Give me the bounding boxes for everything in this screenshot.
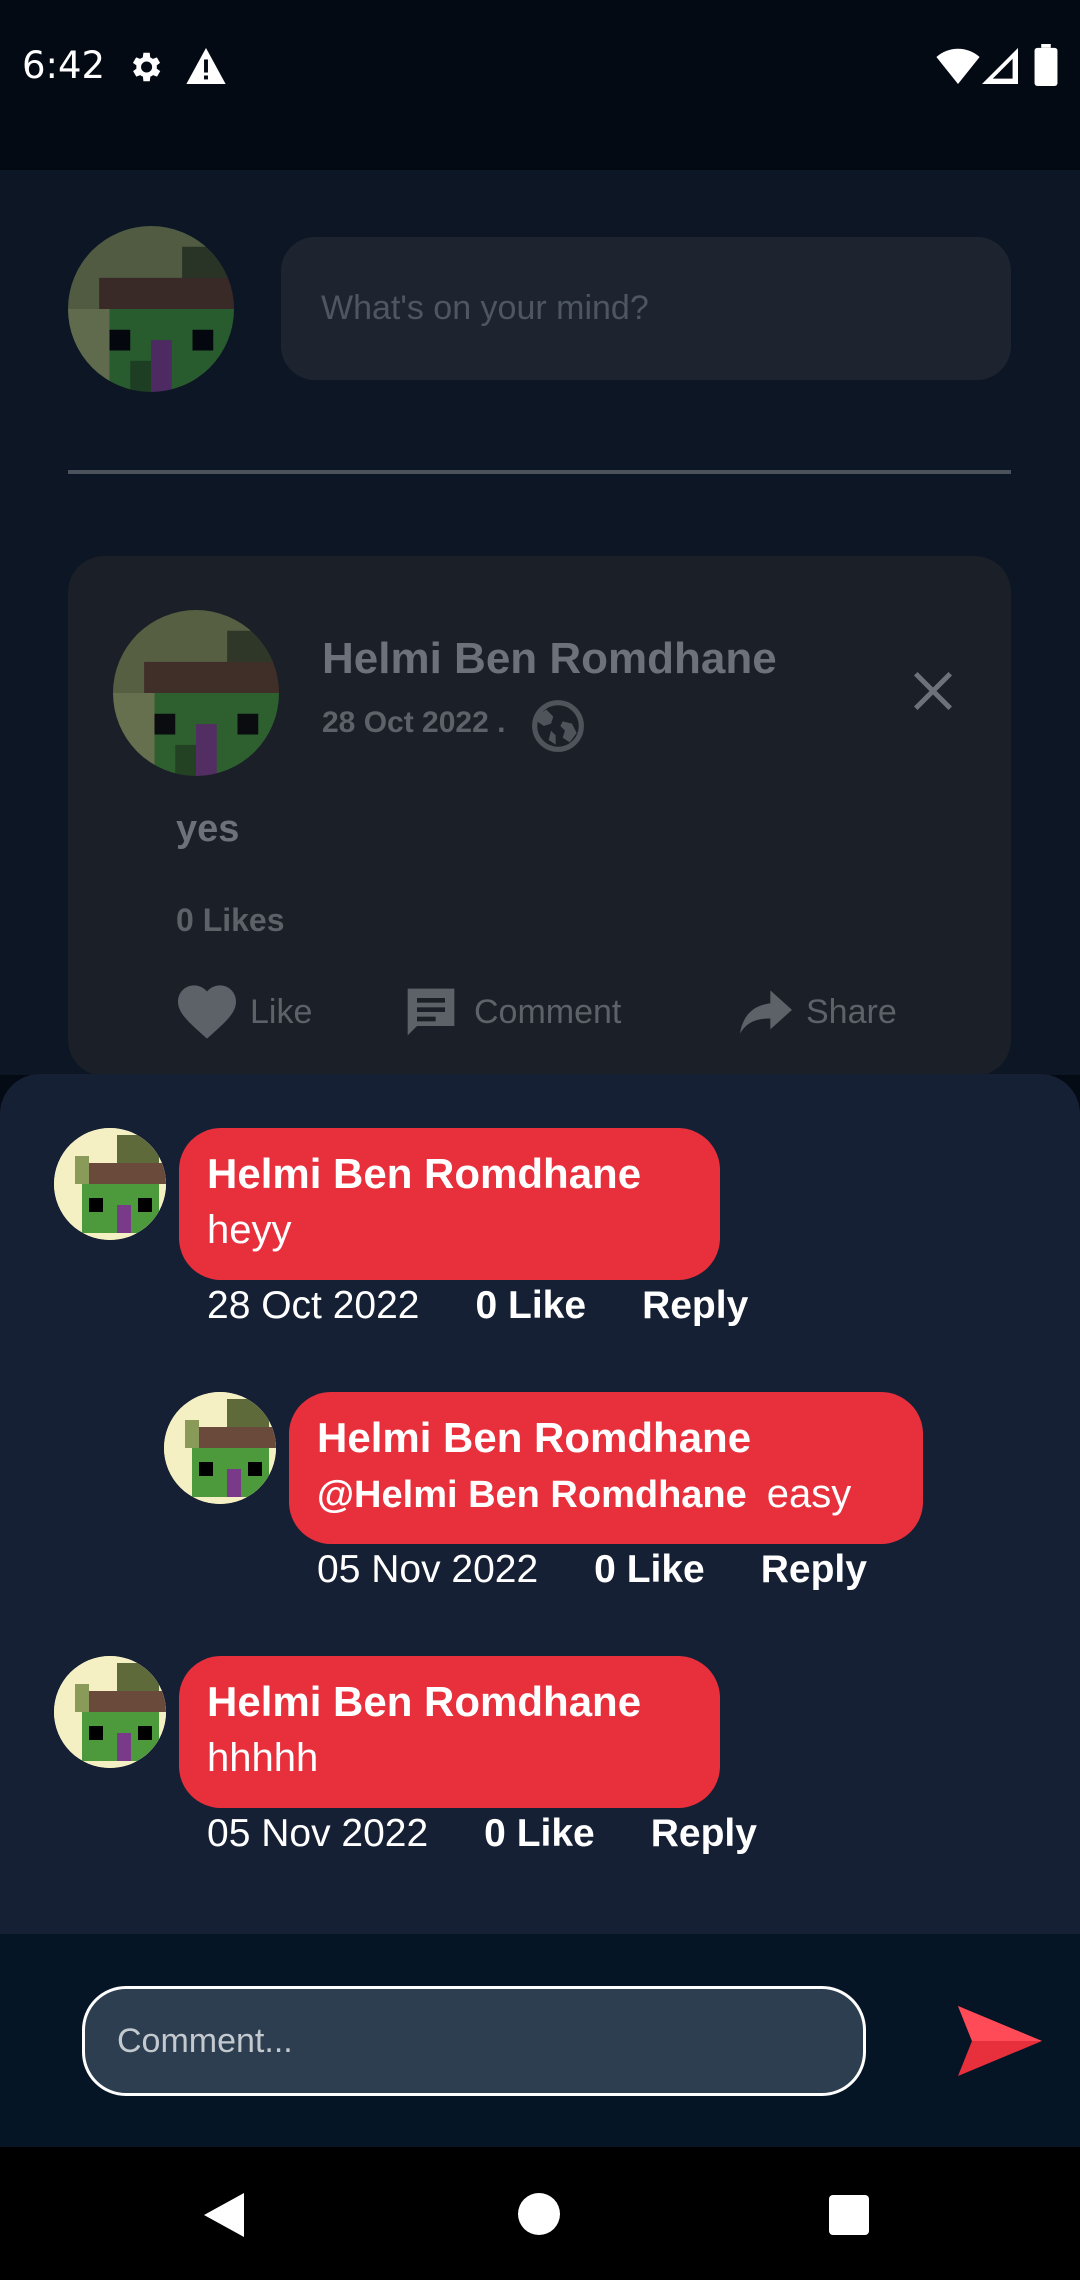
- heart-icon: [178, 985, 236, 1039]
- composer-avatar[interactable]: [68, 226, 234, 392]
- warning-icon: [186, 48, 226, 84]
- post-comment-label: Comment: [474, 992, 622, 1031]
- comment-date: 28 Oct 2022: [207, 1284, 420, 1327]
- comment-reply-button[interactable]: Reply: [642, 1284, 748, 1328]
- reply-like-button[interactable]: 0 Like: [594, 1548, 705, 1592]
- comment-input-bar: Comment...: [0, 1934, 1080, 2147]
- post-date: 28 Oct 2022 .: [322, 706, 506, 739]
- post-likes-count: 0 Likes: [176, 902, 285, 938]
- comment-avatar[interactable]: [54, 1656, 166, 1768]
- back-icon[interactable]: [204, 2193, 244, 2237]
- reply-author[interactable]: Helmi Ben Romdhane: [317, 1410, 893, 1466]
- comment-input[interactable]: Comment...: [82, 1986, 866, 2096]
- reply-mention[interactable]: @Helmi Ben Romdhane: [317, 1474, 747, 1516]
- status-bar: 6:42: [0, 0, 1080, 170]
- post-card: Helmi Ben Romdhane 28 Oct 2022 . yes 0 L…: [68, 556, 1011, 1076]
- comment-like-button[interactable]: 0 Like: [484, 1812, 595, 1856]
- navigation-bar: [0, 2147, 1080, 2280]
- settings-icon: [132, 52, 161, 82]
- post-like-button[interactable]: Like: [178, 980, 312, 1044]
- comment-bubble[interactable]: Helmi Ben Romdhane hhhhh: [179, 1656, 720, 1808]
- comment-date: 05 Nov 2022: [207, 1812, 429, 1855]
- comment-like-button[interactable]: 0 Like: [475, 1284, 586, 1328]
- reply-meta: 05 Nov 2022 0 Like Reply: [317, 1548, 867, 1592]
- post-share-label: Share: [806, 992, 897, 1031]
- comment-author[interactable]: Helmi Ben Romdhane: [207, 1674, 690, 1730]
- comment-meta: 28 Oct 2022 0 Like Reply: [207, 1284, 748, 1328]
- post-share-button[interactable]: Share: [740, 980, 897, 1044]
- signal-icon: [982, 48, 1018, 84]
- recents-icon[interactable]: [829, 2195, 869, 2235]
- feed: What's on your mind? Helmi Ben Romdhane …: [0, 170, 1080, 1076]
- reply-text: easy: [766, 1472, 852, 1516]
- comment-text: hhhhh: [207, 1736, 319, 1780]
- comments-sheet: Helmi Ben Romdhane heyy 28 Oct 2022 0 Li…: [0, 1074, 1080, 1934]
- post-like-label: Like: [250, 992, 313, 1031]
- reply-reply-button[interactable]: Reply: [761, 1548, 867, 1592]
- comment-text: heyy: [207, 1208, 292, 1252]
- wifi-icon: [936, 48, 980, 84]
- post-text: yes: [176, 808, 240, 850]
- post-author-name[interactable]: Helmi Ben Romdhane: [322, 634, 777, 684]
- reply-text-line: @Helmi Ben Romdhane easy: [317, 1466, 893, 1523]
- comment-meta: 05 Nov 2022 0 Like Reply: [207, 1812, 757, 1856]
- post-author-avatar[interactable]: [113, 610, 279, 776]
- share-icon: [740, 990, 792, 1034]
- reply-date: 05 Nov 2022: [317, 1548, 539, 1591]
- post-composer-input[interactable]: What's on your mind?: [281, 237, 1011, 380]
- comment-bubble[interactable]: Helmi Ben Romdhane heyy: [179, 1128, 720, 1280]
- globe-icon: [532, 700, 584, 752]
- home-icon[interactable]: [518, 2193, 560, 2235]
- status-time: 6:42: [22, 44, 106, 87]
- feed-divider: [68, 470, 1011, 474]
- comment-avatar[interactable]: [54, 1128, 166, 1240]
- comment-author[interactable]: Helmi Ben Romdhane: [207, 1146, 690, 1202]
- comment-reply-button[interactable]: Reply: [651, 1812, 757, 1856]
- reply-bubble[interactable]: Helmi Ben Romdhane @Helmi Ben Romdhane ea…: [289, 1392, 923, 1544]
- close-icon[interactable]: [910, 668, 956, 714]
- battery-icon: [1034, 44, 1058, 86]
- send-icon[interactable]: [958, 2006, 1042, 2076]
- comment-icon: [407, 988, 455, 1036]
- reply-avatar[interactable]: [164, 1392, 276, 1504]
- post-comment-button[interactable]: Comment: [402, 980, 621, 1044]
